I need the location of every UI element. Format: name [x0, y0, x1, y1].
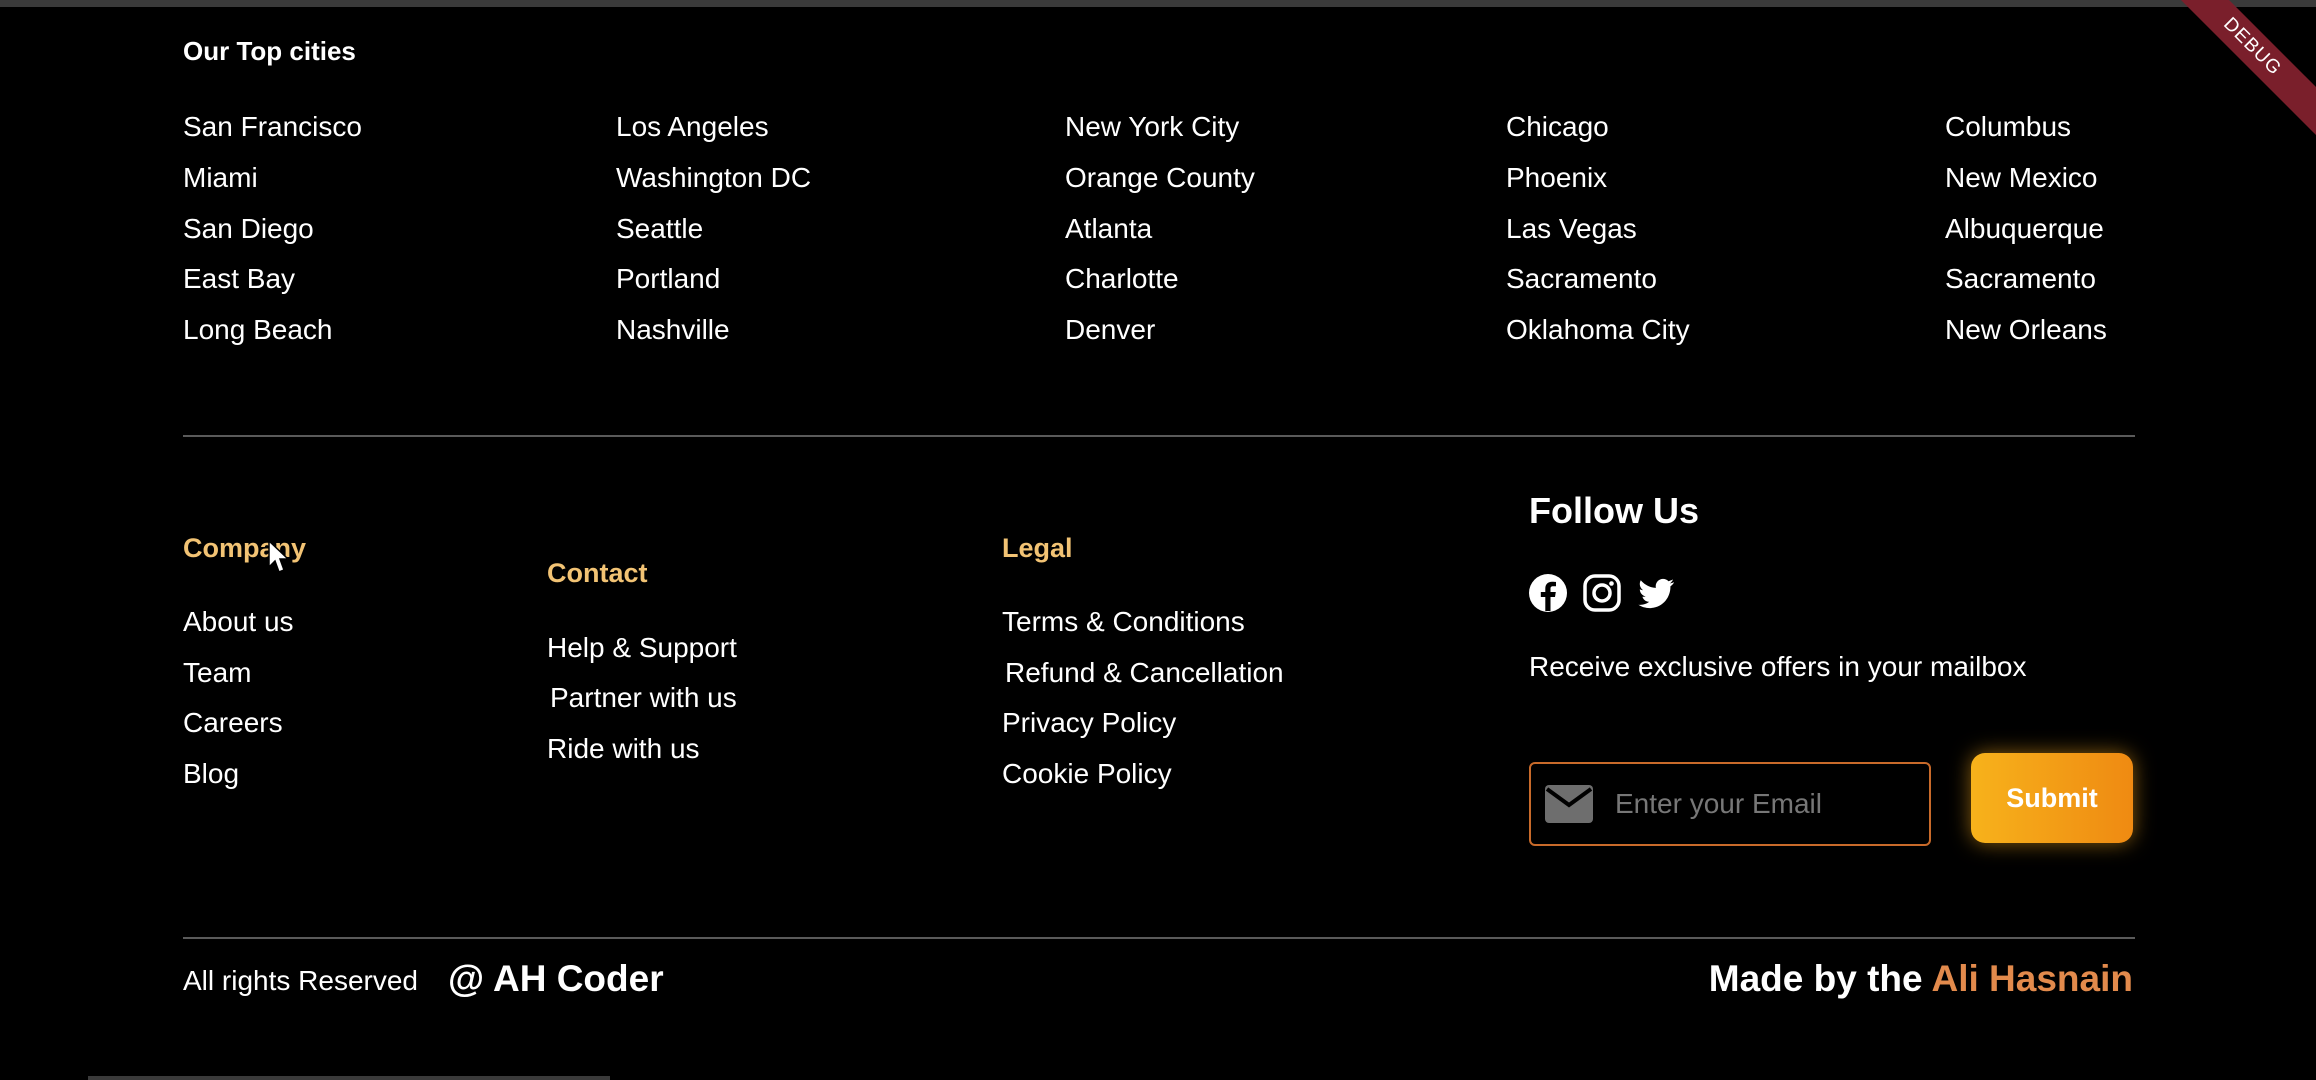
city-link[interactable]: Miami — [183, 162, 258, 194]
city-link[interactable]: Sacramento — [1506, 263, 1657, 295]
city-link[interactable]: San Francisco — [183, 111, 362, 143]
legal-link-cookie[interactable]: Cookie Policy — [1002, 758, 1172, 790]
city-link[interactable]: Atlanta — [1065, 213, 1152, 245]
facebook-icon[interactable] — [1528, 573, 1568, 613]
follow-us-title: Follow Us — [1529, 490, 1699, 531]
made-by-prefix: Made by the — [1708, 958, 1923, 999]
brand-text: @ AH Coder — [448, 958, 664, 999]
city-link[interactable]: Chicago — [1506, 111, 1609, 143]
made-by-author[interactable]: Ali Hasnain — [1932, 958, 2134, 999]
contact-title: Contact — [547, 558, 648, 588]
window-top-bar — [0, 0, 2316, 7]
divider — [183, 435, 2135, 437]
offers-text: Receive exclusive offers in your mailbox — [1529, 651, 2027, 682]
city-link[interactable]: New York City — [1065, 111, 1239, 143]
city-link[interactable]: Columbus — [1945, 111, 2071, 143]
city-link[interactable]: Albuquerque — [1945, 213, 2104, 245]
city-link[interactable]: Orange County — [1065, 162, 1255, 194]
twitter-icon[interactable] — [1636, 573, 1676, 613]
company-link-team[interactable]: Team — [183, 657, 251, 689]
mail-icon — [1545, 785, 1593, 823]
city-link[interactable]: Los Angeles — [616, 111, 769, 143]
legal-link-refund[interactable]: Refund & Cancellation — [1005, 657, 1284, 689]
legal-title: Legal — [1002, 533, 1073, 563]
contact-link-partner[interactable]: Partner with us — [550, 682, 737, 714]
city-link[interactable]: Portland — [616, 263, 720, 295]
legal-link-privacy[interactable]: Privacy Policy — [1002, 707, 1176, 739]
city-link[interactable]: Denver — [1065, 314, 1155, 346]
rights-text: All rights Reserved — [183, 965, 418, 996]
city-link[interactable]: Long Beach — [183, 314, 332, 346]
email-input[interactable] — [1613, 787, 1917, 821]
company-link-about[interactable]: About us — [183, 606, 294, 638]
city-link[interactable]: San Diego — [183, 213, 314, 245]
contact-link-help[interactable]: Help & Support — [547, 632, 737, 664]
debug-banner: DEBUG — [2162, 0, 2316, 137]
city-link[interactable]: Las Vegas — [1506, 213, 1637, 245]
submit-button[interactable]: Submit — [1971, 753, 2133, 843]
city-link[interactable]: East Bay — [183, 263, 295, 295]
city-link[interactable]: Sacramento — [1945, 263, 2096, 295]
company-link-blog[interactable]: Blog — [183, 758, 239, 790]
city-link[interactable]: Oklahoma City — [1506, 314, 1690, 346]
contact-link-ride[interactable]: Ride with us — [547, 733, 700, 765]
city-link[interactable]: New Mexico — [1945, 162, 2097, 194]
city-link[interactable]: Charlotte — [1065, 263, 1179, 295]
city-link[interactable]: Nashville — [616, 314, 730, 346]
footer-divider — [183, 937, 2135, 939]
email-field[interactable] — [1529, 762, 1931, 846]
top-cities-title: Our Top cities — [183, 36, 356, 66]
horizontal-scrollbar[interactable] — [88, 1076, 610, 1080]
company-link-careers[interactable]: Careers — [183, 707, 283, 739]
city-link[interactable]: Washington DC — [616, 162, 811, 194]
city-link[interactable]: Phoenix — [1506, 162, 1607, 194]
legal-link-terms[interactable]: Terms & Conditions — [1002, 606, 1245, 638]
city-link[interactable]: Seattle — [616, 213, 703, 245]
instagram-icon[interactable] — [1582, 573, 1622, 613]
mouse-cursor-icon — [268, 540, 290, 573]
city-link[interactable]: New Orleans — [1945, 314, 2107, 346]
made-by-text: Made by the Ali Hasnain — [1709, 958, 2133, 1000]
